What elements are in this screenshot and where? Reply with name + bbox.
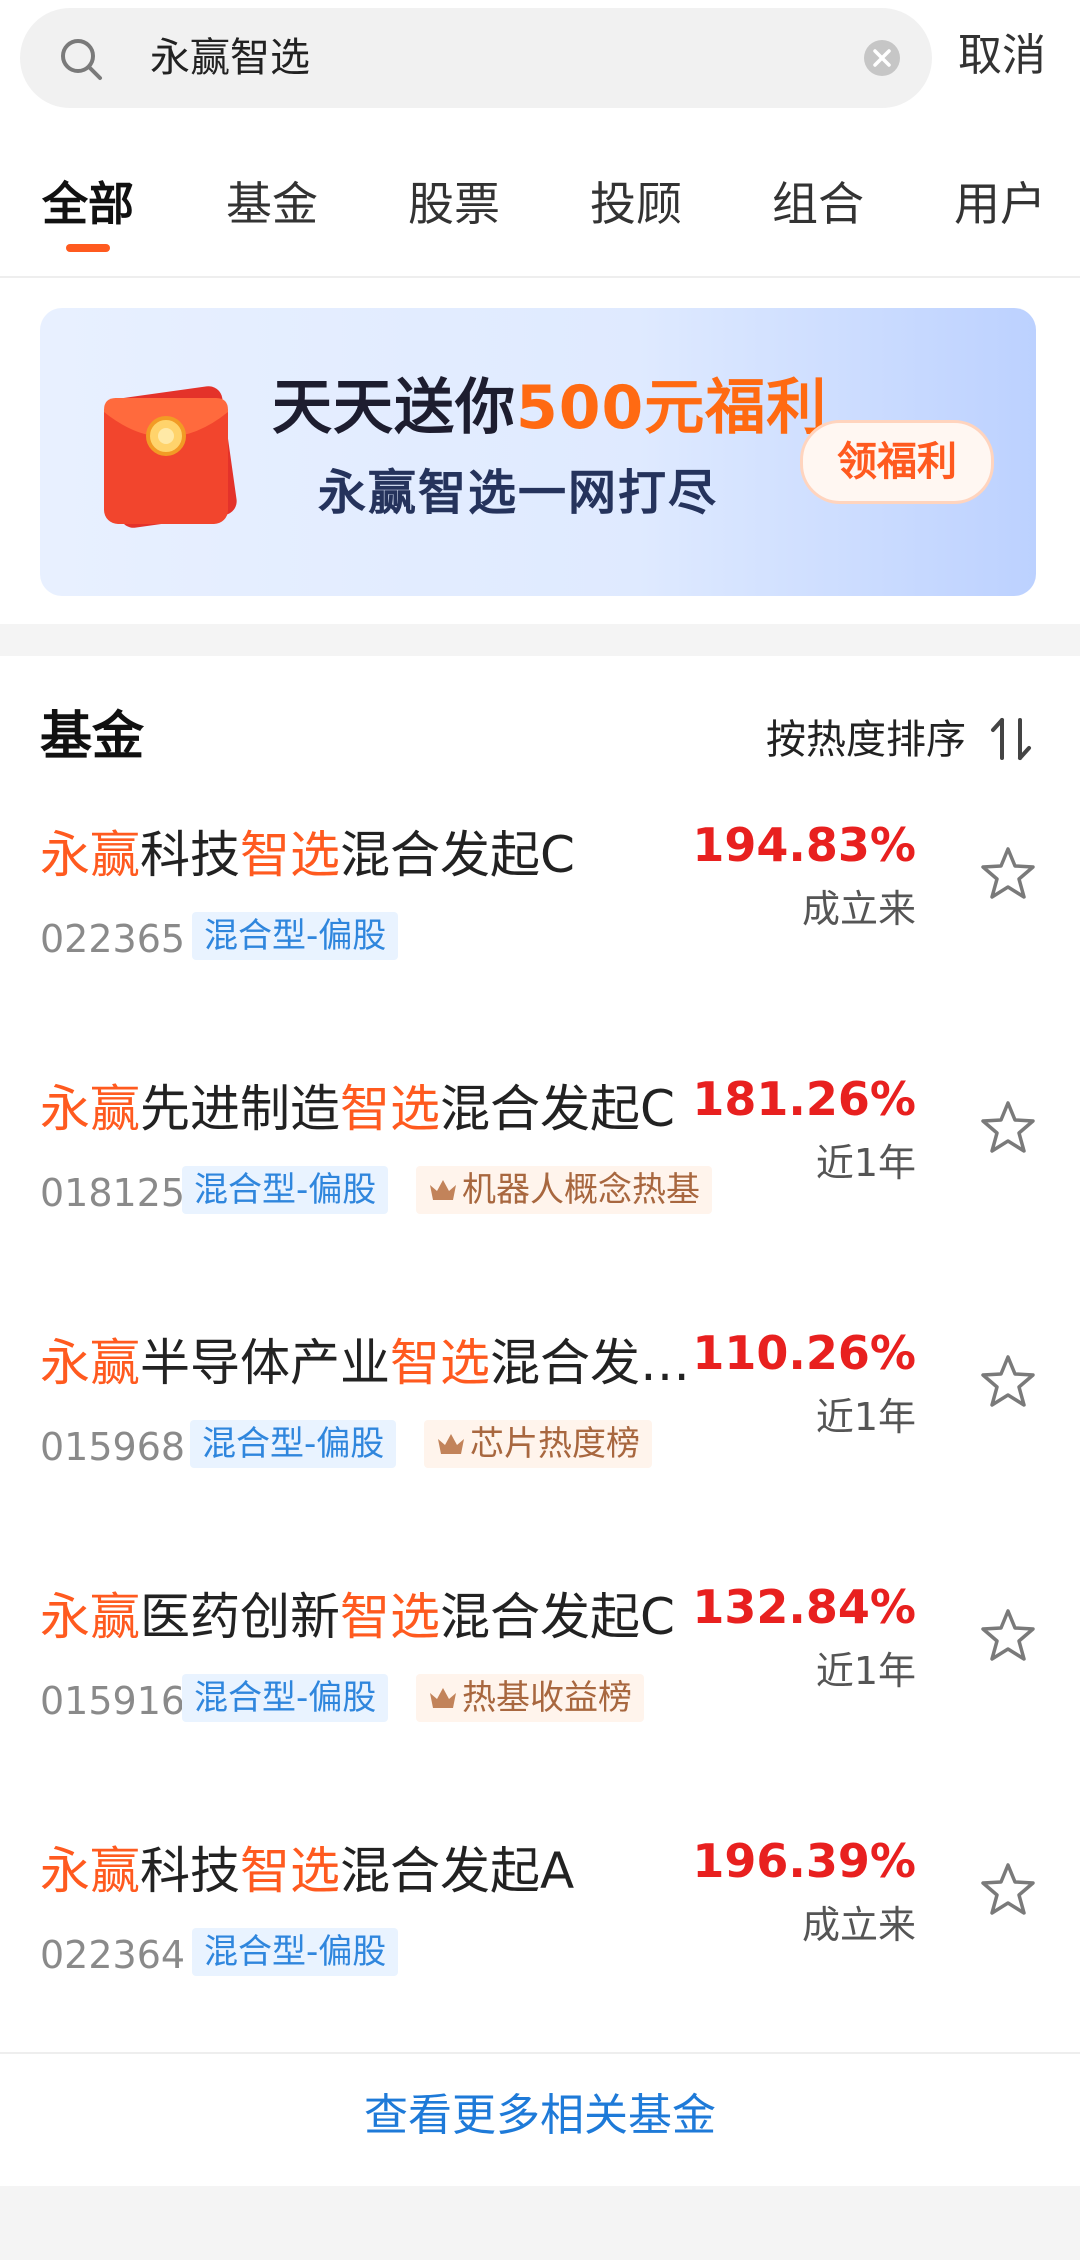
promo-section: 天天送你500元福利 永赢智选一网打尽 领福利 [0,278,1080,624]
crown-icon [430,1688,456,1708]
fund-name: 永赢科技智选混合发起A [40,1842,575,1900]
fund-name: 永赢医药创新智选混合发起C [40,1588,675,1646]
fund-list-item[interactable]: 永赢半导体产业智选混合发… 015968 混合型-偏股 芯片热度榜 110.26… [0,1326,1080,1582]
fund-name: 永赢科技智选混合发起C [40,826,575,884]
fund-rank-tag: 热基收益榜 [416,1674,644,1722]
tab-advisory[interactable]: 投顾 [590,174,682,234]
fund-code: 022365 [40,917,186,961]
star-icon[interactable] [978,1098,1038,1158]
fund-return-period: 成立来 [801,1903,916,1947]
star-icon[interactable] [978,844,1038,904]
search-query: 永赢智选 [150,35,310,81]
fund-code: 015916 [40,1679,186,1723]
crown-icon [430,1180,456,1200]
fund-code: 022364 [40,1933,186,1977]
fund-type-tag: 混合型-偏股 [192,912,399,960]
fund-code: 018125 [40,1171,186,1215]
active-tab-indicator [66,244,110,252]
view-more-funds-link[interactable]: 查看更多相关基金 [0,2086,1080,2146]
fund-list-item[interactable]: 永赢先进制造智选混合发起C 018125 混合型-偏股 机器人概念热基 181.… [0,1072,1080,1328]
claim-welfare-button[interactable]: 领福利 [800,420,994,504]
search-header: 永赢智选 取消 [0,0,1080,138]
search-icon [61,39,102,80]
search-input[interactable]: 永赢智选 [20,8,932,108]
fund-return-period: 近1年 [815,1649,916,1693]
sort-icon[interactable] [990,714,1032,764]
clear-icon[interactable] [862,38,902,78]
star-icon[interactable] [978,1352,1038,1412]
fund-code: 015968 [40,1425,186,1469]
divider [0,2052,1080,2054]
fund-type-tag: 混合型-偏股 [182,1166,389,1214]
fund-return: 181.26% [692,1072,916,1126]
fund-return-period: 成立来 [801,887,916,931]
fund-type-tag: 混合型-偏股 [192,1928,399,1976]
star-icon[interactable] [978,1860,1038,1920]
search-results-page: 永赢智选 取消 全部 基金 股票 投顾 组合 用户 天天送你500元福利 永赢智… [0,0,1080,2260]
fund-results-section: 基金 按热度排序 永赢科技智选混合发起C 022365 混合型-偏股 194.8… [0,656,1080,2186]
fund-return-period: 近1年 [815,1395,916,1439]
fund-return-period: 近1年 [815,1141,916,1185]
banner-highlight: 500元福利 [516,373,828,443]
red-envelope-icon [104,386,237,528]
sort-toggle[interactable]: 按热度排序 [766,712,966,768]
fund-rank-tag: 机器人概念热基 [416,1166,712,1214]
section-title: 基金 [40,707,145,767]
tab-users[interactable]: 用户 [954,174,1046,234]
cancel-button[interactable]: 取消 [958,26,1046,86]
crown-icon [438,1434,464,1454]
fund-list-item[interactable]: 永赢医药创新智选混合发起C 015916 混合型-偏股 热基收益榜 132.84… [0,1580,1080,1836]
fund-return: 196.39% [692,1834,916,1888]
tab-portfolios[interactable]: 组合 [772,174,864,234]
tab-funds[interactable]: 基金 [226,174,318,234]
banner-headline: 天天送你500元福利 [272,373,828,443]
fund-name: 永赢先进制造智选混合发起C [40,1080,675,1138]
fund-list-item[interactable]: 永赢科技智选混合发起C 022365 混合型-偏股 194.83% 成立来 [0,818,1080,1074]
fund-rank-tag: 芯片热度榜 [424,1420,652,1468]
category-tabs: 全部 基金 股票 投顾 组合 用户 [0,138,1080,278]
banner-subline: 永赢智选一网打尽 [318,465,719,521]
tab-stocks[interactable]: 股票 [408,174,500,234]
fund-type-tag: 混合型-偏股 [182,1674,389,1722]
star-icon[interactable] [978,1606,1038,1666]
fund-return: 132.84% [692,1580,916,1634]
fund-name: 永赢半导体产业智选混合发… [40,1334,690,1392]
fund-return: 110.26% [692,1326,916,1380]
promo-banner[interactable]: 天天送你500元福利 永赢智选一网打尽 领福利 [40,308,1036,596]
fund-type-tag: 混合型-偏股 [190,1420,397,1468]
fund-return: 194.83% [692,818,916,872]
tab-all[interactable]: 全部 [42,174,134,234]
